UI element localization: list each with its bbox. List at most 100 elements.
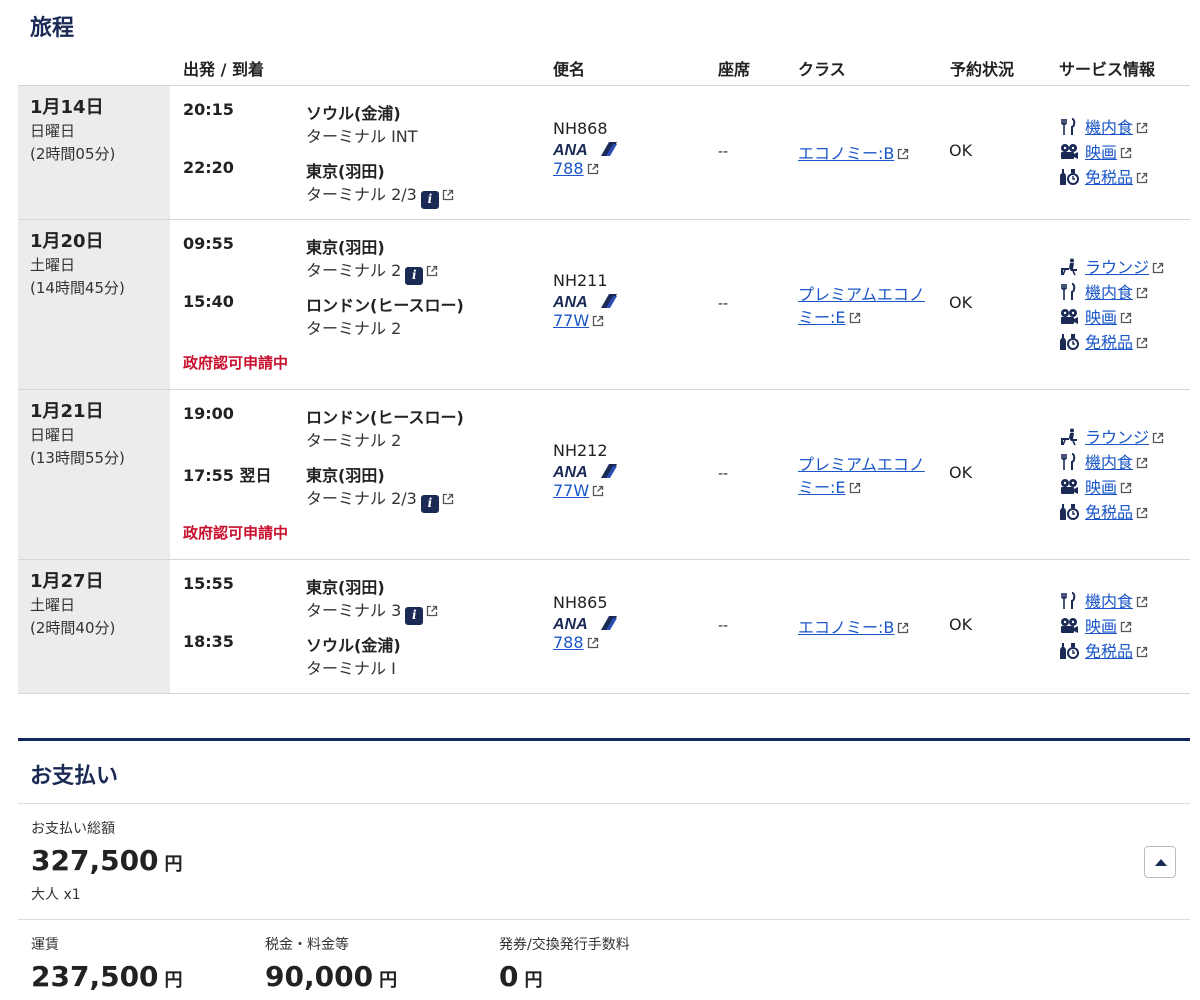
aircraft-link[interactable]: 788 [553, 633, 584, 652]
arrival-terminal-text: ターミナル 2/3 [306, 185, 417, 204]
service-dutyfree-link[interactable]: 免税品 [1085, 503, 1133, 522]
flight-duration: (14時間45分) [30, 279, 125, 297]
arrival-city: 東京(羽田) [306, 466, 385, 485]
service-item: ラウンジ [1059, 425, 1164, 450]
departure-city: 東京(羽田) [306, 238, 385, 257]
fare-class-link[interactable]: エコノミー:B [798, 618, 894, 637]
bottle-icon [1059, 333, 1079, 351]
fare-amount-value: 237,500 [31, 960, 159, 993]
departure-city: ロンドン(ヒースロー) [306, 408, 464, 427]
payment-separator [18, 803, 1190, 804]
arrival-terminal: ターミナル I [306, 655, 396, 679]
service-list: ラウンジ機内食映画免税品 [1059, 255, 1164, 355]
arrival-time: 15:40 [183, 292, 234, 311]
info-icon[interactable]: i [405, 607, 424, 625]
flight-info: NH868 ANA 788 [553, 119, 617, 179]
seat-value: -- [718, 144, 729, 160]
service-movie-link[interactable]: 映画 [1085, 478, 1117, 497]
booking-status: OK [949, 293, 973, 312]
flight-number: NH868 [553, 119, 608, 138]
ana-logo: ANA [553, 294, 617, 309]
external-link-icon [592, 315, 604, 327]
fare-class-link-cont[interactable]: ミー:E [798, 308, 846, 327]
service-meal-link[interactable]: 機内食 [1085, 283, 1133, 302]
svg-text:ANA: ANA [553, 616, 588, 631]
service-item: 映画 [1059, 475, 1164, 500]
info-icon[interactable]: i [420, 191, 439, 209]
fee-amount: 0円 [499, 960, 542, 993]
arrival-city: 東京(羽田) [306, 162, 385, 181]
departure-time: 20:15 [183, 100, 234, 119]
flight-weekday: 日曜日 [30, 122, 76, 140]
flight-date: 1月27日 [30, 571, 104, 592]
service-dutyfree-link[interactable]: 免税品 [1085, 333, 1133, 352]
seat-value: -- [718, 466, 729, 482]
external-link-icon [592, 485, 604, 497]
aircraft-link-wrap: 788 [553, 633, 617, 653]
fare-class-link[interactable]: プレミアムエコノ [798, 455, 925, 474]
service-movie-link[interactable]: 映画 [1085, 617, 1117, 636]
aircraft-link[interactable]: 77W [553, 311, 589, 330]
departure-city: ソウル(金浦) [306, 104, 401, 123]
total-label: お支払い総額 [31, 821, 115, 837]
flight-duration: (2時間05分) [30, 145, 116, 163]
currency-label: 円 [379, 970, 398, 991]
fare-class-line: エコノミー:B [798, 616, 943, 639]
external-link-icon [1136, 646, 1148, 658]
fare-class-line: プレミアムエコノ [798, 283, 943, 306]
departure-city: 東京(羽田) [306, 578, 385, 597]
fare-class-link-cont[interactable]: ミー:E [798, 478, 846, 497]
aircraft-link[interactable]: 788 [553, 159, 584, 178]
external-link-icon [1120, 147, 1132, 159]
service-list: ラウンジ機内食映画免税品 [1059, 425, 1164, 525]
svg-text:ANA: ANA [553, 294, 588, 309]
arrival-terminal: ターミナル 2 [306, 315, 401, 339]
departure-terminal-text: ターミナル 2 [306, 261, 402, 280]
header-dep-arr: 出発 / 到着 [183, 60, 264, 79]
external-link-icon [587, 163, 599, 175]
flight-date: 1月14日 [30, 97, 104, 118]
lounge-chair-icon [1059, 428, 1079, 446]
external-link-icon [1136, 596, 1148, 608]
service-movie-link[interactable]: 映画 [1085, 308, 1117, 327]
flight-number: NH211 [553, 271, 608, 290]
flight-duration: (13時間55分) [30, 449, 125, 467]
service-dutyfree-link[interactable]: 免税品 [1085, 168, 1133, 187]
collapse-button[interactable] [1144, 846, 1176, 878]
fare-class-link[interactable]: プレミアムエコノ [798, 285, 925, 304]
service-lounge-link[interactable]: ラウンジ [1085, 258, 1149, 277]
fare-class-line: プレミアムエコノ [798, 453, 943, 476]
service-movie-link[interactable]: 映画 [1085, 143, 1117, 162]
info-icon[interactable]: i [405, 267, 424, 285]
fork-knife-icon [1059, 592, 1079, 610]
date-cell: 1月21日 日曜日 (13時間55分) [18, 390, 170, 559]
service-item: 映画 [1059, 140, 1148, 165]
film-reel-icon [1059, 143, 1079, 161]
service-list: 機内食 映画 免税品 [1059, 589, 1148, 664]
fare-class-link[interactable]: エコノミー:B [798, 144, 894, 163]
service-lounge-link[interactable]: ラウンジ [1085, 428, 1149, 447]
arrival-city: ソウル(金浦) [306, 636, 401, 655]
film-reel-icon [1059, 617, 1079, 635]
service-dutyfree-link[interactable]: 免税品 [1085, 642, 1133, 661]
aircraft-link-wrap: 77W [553, 311, 617, 331]
service-meal-link[interactable]: 機内食 [1085, 118, 1133, 137]
fare-label: 運賃 [31, 937, 59, 953]
header-service: サービス情報 [1059, 60, 1156, 79]
departure-terminal: ターミナル 2i [306, 257, 438, 285]
government-approval-note: 政府認可申請中 [183, 524, 289, 542]
fork-knife-icon [1059, 118, 1079, 136]
info-icon[interactable]: i [420, 495, 439, 513]
aircraft-link[interactable]: 77W [553, 481, 589, 500]
fare-amount: 237,500 円 [31, 960, 183, 993]
currency-label: 円 [524, 970, 543, 991]
date-cell: 1月20日 土曜日 (14時間45分) [18, 220, 170, 389]
external-link-icon [587, 637, 599, 649]
service-meal-link[interactable]: 機内食 [1085, 453, 1133, 472]
external-link-icon [1136, 172, 1148, 184]
service-meal-link[interactable]: 機内食 [1085, 592, 1133, 611]
flight-date: 1月20日 [30, 231, 104, 252]
service-item: 免税品 [1059, 500, 1164, 525]
external-link-icon [1120, 621, 1132, 633]
flight-info: NH865 ANA 788 [553, 593, 617, 653]
